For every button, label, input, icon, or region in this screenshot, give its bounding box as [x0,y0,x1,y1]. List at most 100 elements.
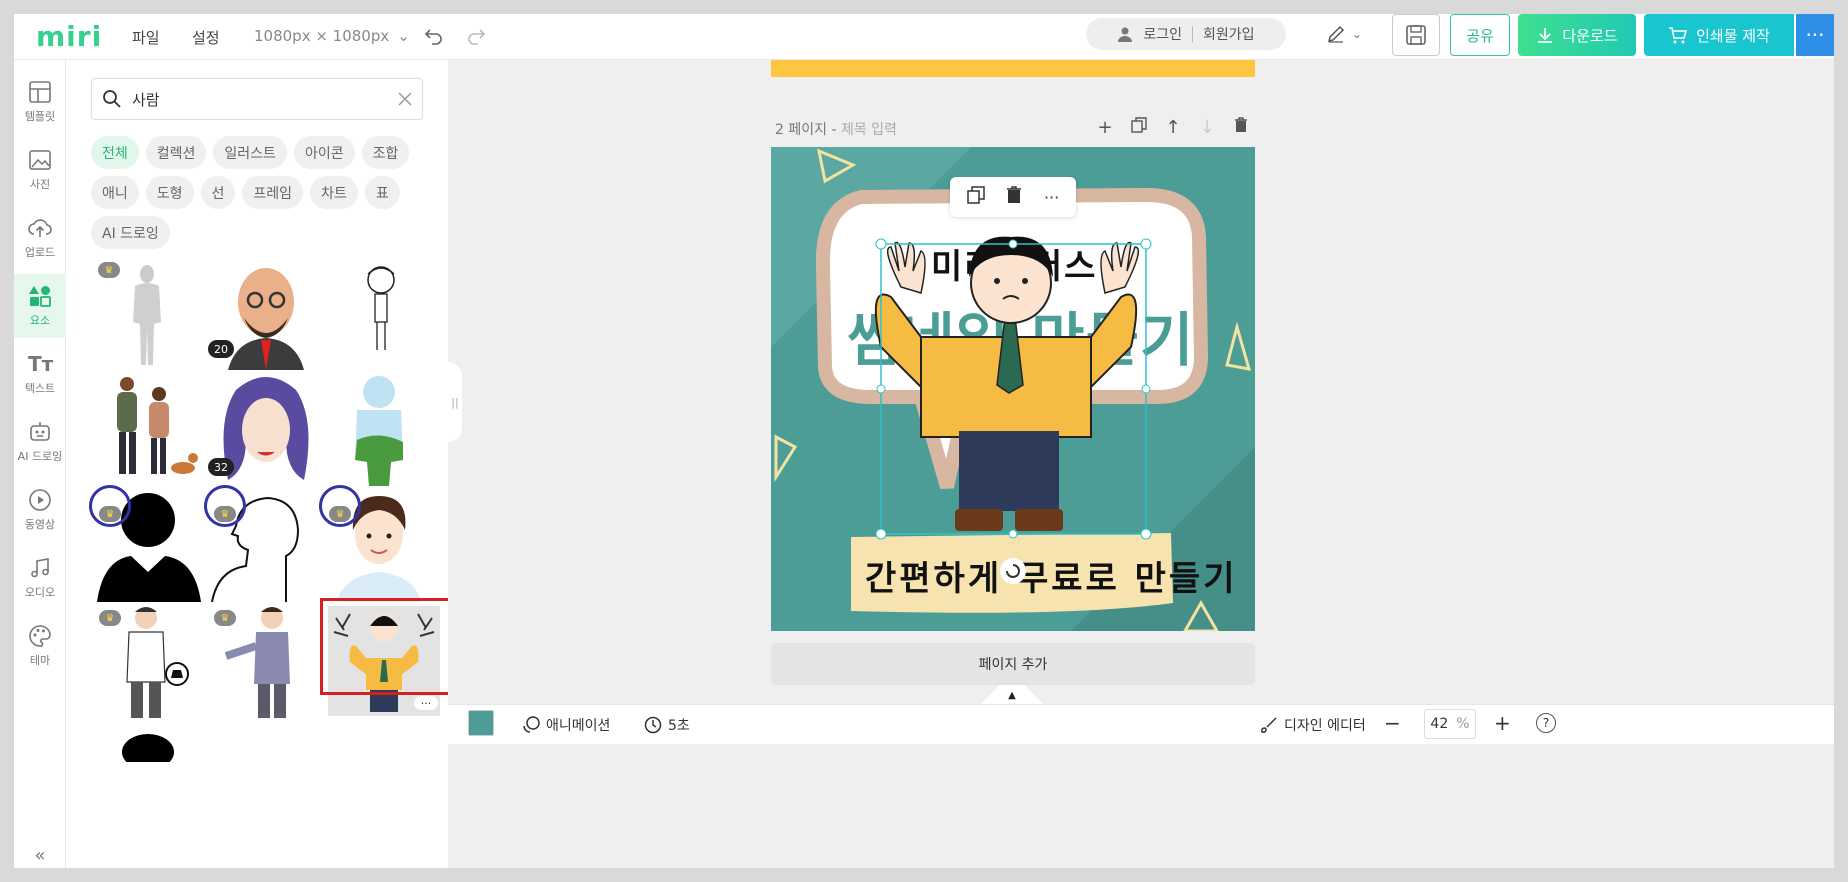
chip-all[interactable]: 전체 [91,136,139,169]
chip-icon[interactable]: 아이콘 [293,136,355,169]
divider [1192,26,1194,42]
rail-item-photo[interactable]: 사진 [14,138,66,202]
canvas-size-dropdown[interactable]: 1080px × 1080px ⌄ [254,27,410,45]
duplicate-element-icon[interactable] [967,186,985,208]
login-link[interactable]: 로그인 [1143,24,1182,44]
partial-silhouette-thumbnail [122,734,174,770]
more-icon: ··· [1805,23,1825,47]
page-label: 2 페이지 - [775,122,837,138]
selection-highlight-box [320,598,448,695]
duration-button[interactable]: 5초 [644,715,690,735]
clear-search-icon[interactable] [398,92,412,106]
settings-menu[interactable]: 설정 [192,27,220,48]
user-icon [1118,27,1133,42]
rail-item-theme[interactable]: 테마 [14,614,66,678]
result-mannequin[interactable]: ♛ [91,260,206,370]
text-icon: Tт [28,352,54,376]
elements-panel: 전체 컬렉션 일러스트 아이콘 조합 애니 도형 선 프레임 차트 표 AI 드… [66,60,448,868]
pen-tool-dropdown[interactable]: ⌄ [1320,20,1368,48]
rail-item-video[interactable]: 동영상 [14,478,66,542]
panel-resize-handle[interactable]: || [448,362,462,442]
video-icon [29,489,51,511]
search-icon [103,90,121,108]
result-woman-face[interactable]: 32 [206,370,321,490]
move-down-icon: ↓ [1199,117,1215,138]
download-button[interactable]: 다운로드 [1518,14,1636,56]
rail-item-ai-drawing[interactable]: AI 드로잉 [14,410,66,474]
result-boy-character[interactable]: ♛ [319,485,436,602]
chip-combination[interactable]: 조합 [361,136,410,169]
highlight-circle [319,485,361,527]
chip-line[interactable]: 선 [200,176,236,209]
result-partial-silhouette[interactable] [91,722,206,770]
background-color-swatch[interactable] [468,710,494,736]
design-editor-label: 디자인 에디터 [1284,718,1366,734]
file-menu[interactable]: 파일 [132,27,160,48]
duplicate-page-icon[interactable] [1128,117,1150,138]
zoom-input[interactable]: 42 % [1424,709,1476,739]
rail-label: 테마 [29,654,51,667]
design-canvas[interactable]: 미리캔버스 썸네일 만들기 간편하게 무료로 만들기 [771,147,1255,631]
collapse-panel-icon[interactable]: « [14,840,66,868]
print-label: 인쇄물 제작 [1696,26,1770,45]
result-sketch-child[interactable] [321,260,436,370]
move-up-icon[interactable]: ↑ [1162,117,1184,138]
result-head-outline[interactable]: ♛ [204,485,321,603]
rail-item-upload[interactable]: 업로드 [14,206,66,270]
sketch-child-thumbnail [367,266,395,350]
result-black-silhouette[interactable]: ♛ [89,485,206,602]
delete-element-icon[interactable] [1006,186,1022,208]
zoom-in-icon[interactable]: + [1494,711,1511,735]
signup-link[interactable]: 회원가입 [1203,24,1255,44]
help-icon[interactable]: ? [1536,713,1556,733]
chip-frame[interactable]: 프레임 [242,176,304,209]
more-element-options-icon[interactable]: ··· [1044,188,1059,207]
rail-item-elements[interactable]: 요소 [14,274,66,338]
duration-label: 5초 [668,718,690,734]
more-options-button[interactable]: ··· [1796,14,1834,56]
result-couple-dog[interactable] [91,370,206,490]
chip-table[interactable]: 표 [364,176,400,209]
chip-illustration[interactable]: 일러스트 [213,136,287,169]
add-page-button[interactable]: 페이지 추가 [771,643,1255,685]
item-more-icon[interactable]: ··· [414,696,438,710]
ai-drawing-icon [30,422,50,441]
download-label: 다운로드 [1562,26,1618,45]
print-button[interactable]: 인쇄물 제작 [1644,14,1794,56]
save-button[interactable] [1392,14,1440,56]
bottom-bar: 애니메이션 5초 디자인 에디터 − 42 % + ? [448,704,1834,744]
share-button[interactable]: 공유 [1450,14,1510,56]
chip-collection[interactable]: 컬렉션 [145,136,207,169]
result-man-soccer[interactable]: ♛ [91,602,206,722]
miri-logo[interactable]: miri [36,20,102,53]
search-input[interactable] [132,90,388,108]
page-title-input[interactable]: 제목 입력 [841,122,897,138]
chip-shape[interactable]: 도형 [145,176,194,209]
previous-page-bottom [771,60,1255,77]
page-nav-toggle-icon[interactable]: ▲ [980,685,1044,705]
design-editor-button[interactable]: 디자인 에디터 [1260,715,1366,735]
undo-icon[interactable] [420,22,448,50]
result-bald-man[interactable]: 20 [206,260,321,370]
rail-item-text[interactable]: Tт 텍스트 [14,342,66,406]
delete-page-icon[interactable] [1230,117,1252,138]
animation-button[interactable]: 애니메이션 [522,715,610,735]
category-chips: 전체 컬렉션 일러스트 아이콘 조합 애니 도형 선 프레임 차트 표 AI 드… [91,136,431,249]
result-green-silhouette[interactable] [321,370,436,490]
add-page-icon[interactable]: + [1094,117,1116,138]
rail-item-audio[interactable]: 오디오 [14,546,66,610]
result-man-presenting[interactable]: ♛ [206,602,321,722]
rail-label: 텍스트 [24,382,56,395]
highlight-circle [89,485,131,527]
chip-ai-drawing[interactable]: AI 드로잉 [91,216,170,249]
rail-item-template[interactable]: 템플릿 [14,70,66,134]
canvas-subtitle-text[interactable]: 간편하게 무료로 만들기 [865,551,1237,600]
chip-animation[interactable]: 애니 [91,176,139,209]
rail-label: 요소 [29,314,51,327]
upload-icon [28,219,52,237]
page-title: 2 페이지 - 제목 입력 [775,119,897,139]
chip-chart[interactable]: 차트 [310,176,358,209]
zoom-out-icon[interactable]: − [1384,711,1401,735]
redo-icon[interactable] [462,22,490,50]
canvas-size-label: 1080px × 1080px [254,27,390,45]
